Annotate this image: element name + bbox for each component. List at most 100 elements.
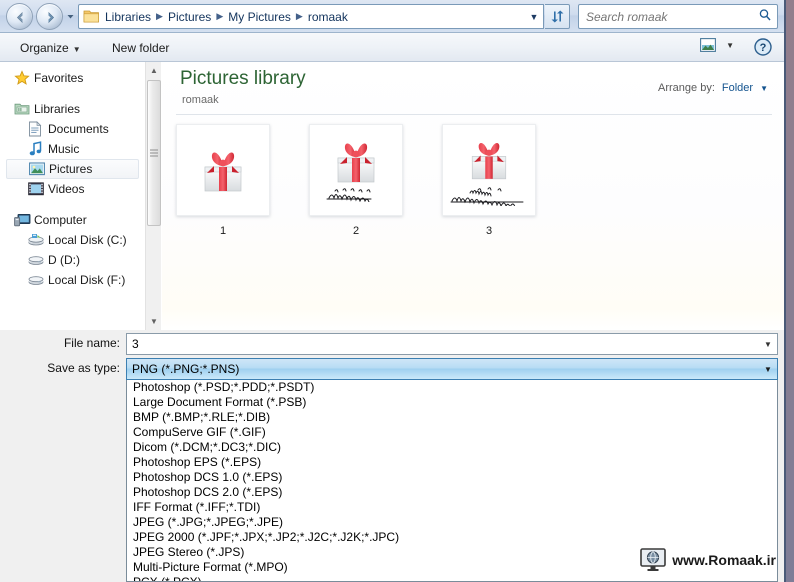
save-as-dialog: Libraries ▶ Pictures ▶ My Pictures ▶ rom… — [0, 0, 786, 582]
arrange-by-control[interactable]: Arrange by: Folder ▼ — [658, 82, 768, 94]
breadcrumb-chevron-icon[interactable]: ▶ — [294, 11, 305, 22]
file-thumbnail[interactable] — [176, 124, 270, 216]
chevron-down-icon[interactable]: ▼ — [760, 84, 768, 93]
watermark: www.Romaak.ir — [640, 548, 776, 572]
sidebar-scrollbar[interactable]: ▲ ▼ — [145, 62, 161, 330]
help-button[interactable]: ? — [754, 38, 772, 59]
sidebar-label: Pictures — [49, 162, 93, 176]
save-as-type-row: Save as type: PNG (*.PNG;*.PNS) ▼ — [0, 358, 784, 380]
scroll-up-button[interactable]: ▲ — [146, 62, 162, 79]
save-as-type-chevron-down-icon[interactable]: ▼ — [759, 365, 777, 374]
file-name-chevron-down-icon[interactable]: ▼ — [759, 340, 777, 349]
file-name-label: File name: — [63, 336, 120, 350]
sidebar-label: D (D:) — [48, 253, 80, 267]
dropdown-option[interactable]: JPEG (*.JPG;*.JPEG;*.JPE) — [127, 515, 777, 530]
document-icon — [28, 121, 48, 137]
sidebar-item-pictures[interactable]: Pictures — [6, 159, 139, 179]
file-name-combobox[interactable]: ▼ — [126, 333, 778, 355]
file-thumbnail[interactable] — [309, 124, 403, 216]
browse-area: Favorites Libraries Documents Music Pict… — [0, 62, 784, 330]
dropdown-option[interactable]: Photoshop DCS 2.0 (*.EPS) — [127, 485, 777, 500]
file-name-input[interactable] — [127, 336, 759, 352]
file-name-row: File name: ▼ — [0, 333, 784, 355]
organize-label: Organize — [20, 41, 69, 55]
gift-box-image — [204, 152, 242, 192]
file-label: 3 — [485, 225, 493, 237]
sidebar-item-libraries[interactable]: Libraries — [0, 99, 145, 119]
dropdown-option[interactable]: Large Document Format (*.PSB) — [127, 395, 777, 410]
breadcrumb-item-0[interactable]: Libraries — [102, 9, 154, 25]
refresh-icon — [551, 10, 563, 23]
sidebar-item-music[interactable]: Music — [0, 139, 145, 159]
forward-button[interactable] — [36, 3, 63, 30]
sidebar-item-videos[interactable]: Videos — [0, 179, 145, 199]
handwriting-scribble-icon — [450, 187, 524, 206]
file-thumbnail[interactable] — [442, 124, 536, 216]
save-as-type-combobox[interactable]: PNG (*.PNG;*.PNS) ▼ — [126, 358, 778, 380]
sidebar-label: Libraries — [34, 102, 81, 116]
sidebar-item-documents[interactable]: Documents — [0, 119, 145, 139]
breadcrumb-chevron-icon[interactable]: ▶ — [214, 11, 225, 22]
save-form-area: File name: ▼ Save as type: PNG (*.PNG;*.… — [0, 330, 784, 582]
dropdown-option[interactable]: Dicom (*.DCM;*.DC3;*.DIC) — [127, 440, 777, 455]
breadcrumb: Libraries ▶ Pictures ▶ My Pictures ▶ rom… — [102, 9, 525, 25]
file-item[interactable]: 1 — [176, 124, 270, 237]
scrollbar-grip-icon — [150, 149, 158, 157]
watermark-text: www.Romaak.ir — [672, 552, 776, 568]
dropdown-option[interactable]: PCX (*.PCX) — [127, 575, 777, 581]
breadcrumb-chevron-icon[interactable]: ▶ — [154, 11, 165, 22]
refresh-button[interactable] — [545, 4, 570, 29]
sidebar-label: Local Disk (F:) — [48, 273, 126, 287]
scrollbar-thumb[interactable] — [147, 80, 161, 226]
dropdown-option[interactable]: Photoshop EPS (*.EPS) — [127, 455, 777, 470]
address-bar[interactable]: Libraries ▶ Pictures ▶ My Pictures ▶ rom… — [78, 4, 544, 29]
search-box[interactable] — [578, 4, 778, 29]
back-arrow-icon — [17, 12, 23, 23]
sidebar-item-local-disk-f[interactable]: Local Disk (F:) — [0, 270, 145, 290]
sidebar-item-drive-d[interactable]: D (D:) — [0, 250, 145, 270]
video-icon — [28, 181, 48, 197]
library-subtitle: romaak — [182, 94, 219, 106]
back-button[interactable] — [6, 3, 33, 30]
handwriting-scribble-icon — [326, 188, 372, 202]
scroll-down-button[interactable]: ▼ — [146, 313, 162, 330]
dropdown-option[interactable]: Photoshop (*.PSD;*.PDD;*.PSDT) — [127, 380, 777, 395]
file-item[interactable]: 2 — [309, 124, 403, 237]
dropdown-option[interactable]: IFF Format (*.IFF;*.TDI) — [127, 500, 777, 515]
folder-icon — [83, 10, 99, 23]
address-dropdown-chevron-down-icon[interactable]: ▼ — [525, 12, 543, 22]
view-chevron-down-icon: ▼ — [726, 40, 734, 50]
recent-pages-chevron-down-icon[interactable] — [66, 12, 75, 21]
svg-text:?: ? — [760, 42, 767, 54]
dropdown-option[interactable]: CompuServe GIF (*.GIF) — [127, 425, 777, 440]
breadcrumb-item-1[interactable]: Pictures — [165, 9, 214, 25]
arrange-by-label: Arrange by: — [658, 82, 715, 94]
breadcrumb-item-2[interactable]: My Pictures — [225, 9, 294, 25]
star-icon — [14, 70, 34, 86]
new-folder-button[interactable]: New folder — [108, 39, 173, 57]
breadcrumb-item-3[interactable]: romaak — [305, 9, 351, 25]
monitor-globe-icon — [640, 548, 667, 571]
sidebar-item-computer[interactable]: Computer — [0, 210, 145, 230]
divider — [176, 114, 772, 115]
sidebar-label: Videos — [48, 182, 85, 196]
organize-button[interactable]: Organize ▼ — [16, 39, 85, 57]
sidebar-item-favorites[interactable]: Favorites — [0, 68, 145, 88]
preview-pane-button[interactable]: ▼ — [700, 38, 734, 52]
search-input[interactable] — [579, 8, 753, 25]
sidebar-label: Documents — [48, 122, 109, 136]
sidebar-label: Computer — [34, 213, 87, 227]
file-label: 2 — [352, 225, 360, 237]
sidebar-item-local-disk-c[interactable]: Local Disk (C:) — [0, 230, 145, 250]
arrange-by-value[interactable]: Folder — [722, 82, 753, 94]
dropdown-option[interactable]: Photoshop DCS 1.0 (*.EPS) — [127, 470, 777, 485]
file-item[interactable]: 3 — [442, 124, 536, 237]
dropdown-option[interactable]: BMP (*.BMP;*.RLE;*.DIB) — [127, 410, 777, 425]
gift-box-image — [471, 142, 507, 180]
file-list-pane: Pictures library romaak Arrange by: Fold… — [162, 62, 784, 330]
page-title: Pictures library — [180, 68, 306, 89]
dropdown-option[interactable]: JPEG 2000 (*.JPF;*.JPX;*.JP2;*.J2C;*.J2K… — [127, 530, 777, 545]
forward-arrow-icon — [48, 12, 54, 23]
search-icon[interactable] — [753, 8, 777, 25]
